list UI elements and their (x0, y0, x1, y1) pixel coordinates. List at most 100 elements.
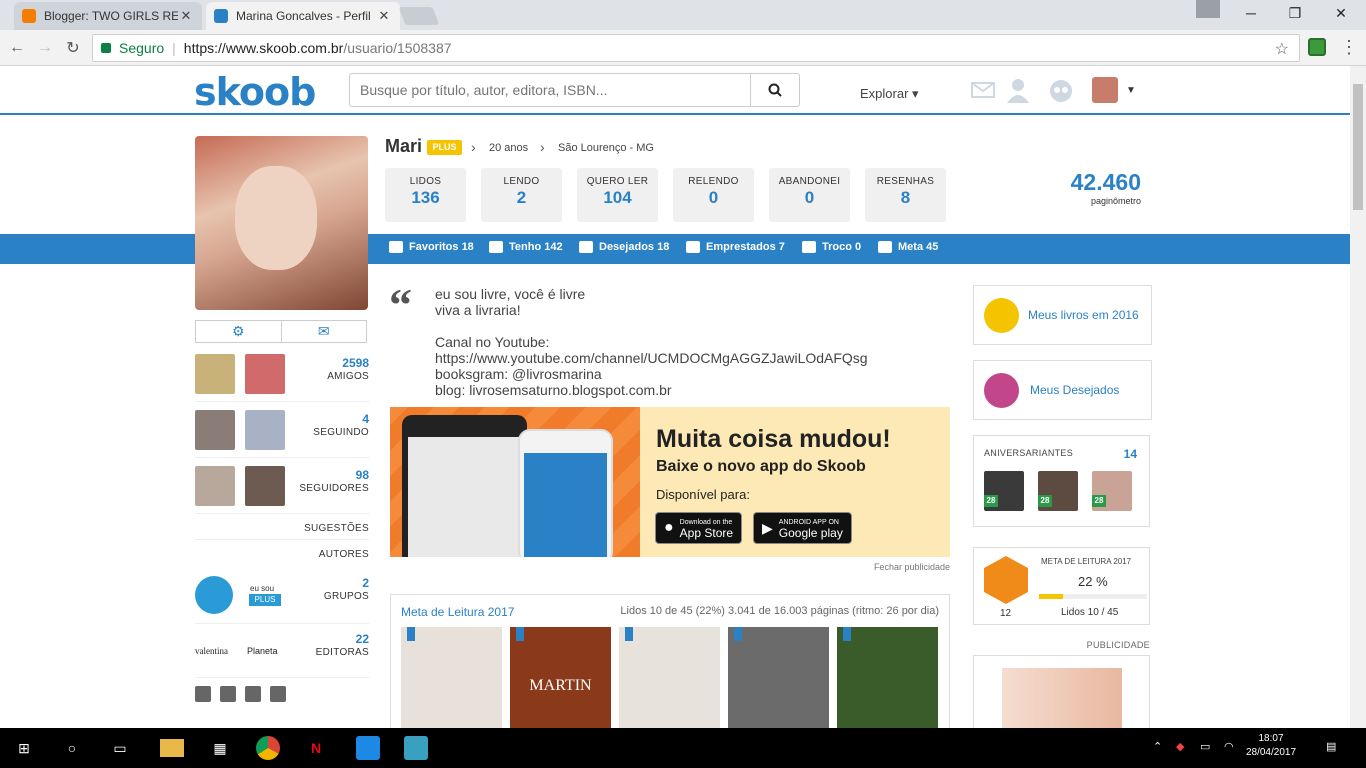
meus-desejados-link[interactable]: Meus Desejados (1030, 383, 1119, 397)
owl-notifications-icon[interactable] (1048, 77, 1074, 103)
valentina-logo[interactable]: valentina (195, 646, 228, 656)
message-envelope-icon[interactable]: ✉ (280, 321, 367, 342)
trello-icon[interactable] (245, 686, 261, 702)
windows-start-icon[interactable]: ⊞ (12, 736, 36, 760)
explorar-menu[interactable]: Explorar ▾ (860, 86, 919, 102)
facebook-icon[interactable] (195, 686, 211, 702)
file-explorer-icon[interactable] (160, 739, 184, 757)
book-cover[interactable] (837, 627, 938, 728)
emprestados-link[interactable]: Emprestados 7 (686, 241, 785, 253)
settings-gear-icon[interactable]: ⚙ (196, 321, 281, 342)
notifications-icon[interactable]: ▤ (1326, 740, 1336, 753)
grupos-label[interactable]: GRUPOS (324, 591, 369, 602)
meta-leitura-widget[interactable]: 12 META DE LEITURA 2017 22 % Lidos 10 / … (973, 547, 1150, 625)
amigos-row[interactable]: 2598 AMIGOS (195, 354, 369, 402)
meus-livros-box[interactable]: Meus livros em 2016 (973, 285, 1152, 345)
close-ad-link[interactable]: Fechar publicidade (850, 562, 950, 572)
desejados-link[interactable]: Desejados 18 (579, 241, 669, 253)
grupos-row[interactable]: eu sou PLUS 2 GRUPOS (195, 572, 369, 624)
tenho-link[interactable]: Tenho 142 (489, 241, 563, 253)
ad-image[interactable] (1002, 668, 1122, 728)
cortana-search-icon[interactable]: ○ (60, 736, 84, 760)
search-input[interactable] (350, 74, 750, 106)
birthday-user[interactable]: 28 (1092, 471, 1132, 511)
chrome-icon[interactable] (256, 736, 280, 760)
wifi-icon[interactable]: ◠ (1224, 740, 1234, 753)
close-tab-icon[interactable]: ✕ (178, 8, 194, 24)
tab-blogger[interactable]: Blogger: TWO GIRLS REA ✕ (14, 2, 202, 30)
reload-icon[interactable]: ↻ (62, 37, 84, 59)
meus-desejados-box[interactable]: Meus Desejados (973, 360, 1152, 420)
stat-abandonei[interactable]: ABANDONEI 0 (769, 168, 850, 222)
seguindo-row[interactable]: 4 SEGUINDO (195, 410, 369, 458)
follower-thumb[interactable] (245, 466, 285, 506)
minimize-button[interactable]: ─ (1228, 0, 1274, 26)
netflix-icon[interactable]: N (304, 736, 328, 760)
user-menu-caret-icon[interactable]: ▼ (1124, 77, 1138, 103)
forward-arrow-icon[interactable]: → (34, 37, 56, 59)
bookmark-star-icon[interactable]: ☆ (1275, 39, 1289, 59)
seguidores-label[interactable]: SEGUIDORES (299, 483, 369, 494)
book-cover[interactable]: MARTIN (510, 627, 611, 728)
friend-thumb[interactable] (195, 354, 235, 394)
url-bar[interactable]: Seguro | https://www.skoob.com.br/usuari… (92, 34, 1300, 62)
editoras-row[interactable]: valentina Planeta 22 EDITORAS (195, 628, 369, 678)
google-play-button[interactable]: ▶ ANDROID APP ON Google play (753, 512, 852, 544)
store-icon[interactable]: ▦ (208, 736, 232, 760)
stat-lidos[interactable]: LIDOS 136 (385, 168, 466, 222)
friend-thumb[interactable] (245, 354, 285, 394)
user-profile-icon[interactable] (1196, 0, 1220, 18)
seguindo-count[interactable]: 4 (362, 412, 369, 426)
extension-icon[interactable] (1308, 38, 1326, 56)
publicidade-box[interactable] (973, 655, 1150, 728)
battery-icon[interactable]: ▭ (1200, 740, 1210, 753)
editoras-count[interactable]: 22 (356, 632, 369, 646)
app-ad-banner[interactable]: Muita coisa mudou! Baixe o novo app do S… (390, 407, 950, 557)
restore-button[interactable]: ❐ (1272, 0, 1318, 26)
seguidores-row[interactable]: 98 SEGUIDORES (195, 466, 369, 514)
favoritos-link[interactable]: Favoritos 18 (389, 241, 474, 253)
taskbar-clock[interactable]: 18:07 28/04/2017 (1241, 732, 1301, 760)
birthday-user[interactable]: 28 (1038, 471, 1078, 511)
grupos-count[interactable]: 2 (362, 576, 369, 590)
instagram-icon[interactable] (270, 686, 286, 702)
task-view-icon[interactable]: ▭ (108, 736, 132, 760)
meta-title[interactable]: Meta de Leitura 2017 (401, 605, 514, 619)
friends-icon[interactable] (1005, 77, 1031, 103)
stat-relendo[interactable]: RELENDO 0 (673, 168, 754, 222)
twitter-icon[interactable] (220, 686, 236, 702)
book-cover[interactable] (728, 627, 829, 728)
instagram-app-icon[interactable] (356, 736, 380, 760)
troco-link[interactable]: Troco 0 (802, 241, 861, 253)
amigos-label[interactable]: AMIGOS (327, 371, 369, 382)
meta-link[interactable]: Meta 45 (878, 241, 938, 253)
aniversariantes-count[interactable]: 14 (1124, 447, 1137, 461)
seguidores-count[interactable]: 98 (356, 468, 369, 482)
close-window-button[interactable]: ✕ (1318, 0, 1364, 26)
autores-link[interactable]: AUTORES (195, 549, 369, 560)
stat-resenhas[interactable]: RESENHAS 8 (865, 168, 946, 222)
follower-thumb[interactable] (195, 466, 235, 506)
messages-icon[interactable] (970, 77, 996, 103)
search-button[interactable] (750, 74, 799, 106)
sugestoes-link[interactable]: SUGESTÕES (195, 523, 369, 534)
back-arrow-icon[interactable]: ← (6, 37, 28, 59)
scrollbar-thumb[interactable] (1353, 84, 1363, 210)
user-avatar[interactable] (1092, 77, 1118, 103)
app-icon[interactable] (404, 736, 428, 760)
meus-livros-link[interactable]: Meus livros em 2016 (1028, 308, 1139, 322)
tab-skoob-profile[interactable]: Marina Goncalves - Perfil ✕ (206, 2, 400, 30)
following-thumb[interactable] (245, 410, 285, 450)
new-tab-button[interactable] (398, 7, 440, 25)
app-store-button[interactable]: ● Download on the App Store (655, 512, 743, 544)
tray-chevron-icon[interactable]: ⌃ (1153, 740, 1162, 753)
birthday-user[interactable]: 28 (984, 471, 1024, 511)
seguindo-label[interactable]: SEGUINDO (313, 427, 369, 438)
book-cover[interactable] (619, 627, 720, 728)
antivirus-icon[interactable]: ◆ (1176, 740, 1184, 753)
amigos-count[interactable]: 2598 (342, 356, 369, 370)
skoob-logo[interactable]: skoob (194, 70, 316, 114)
planeta-logo[interactable]: Planeta (247, 646, 278, 656)
stat-lendo[interactable]: LENDO 2 (481, 168, 562, 222)
browser-menu-icon[interactable]: ⋮ (1340, 38, 1358, 56)
